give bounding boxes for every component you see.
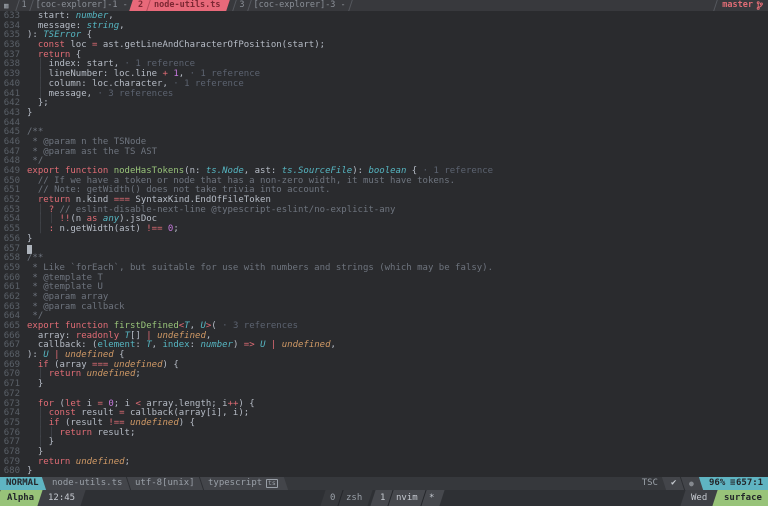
vim-tabline: ▦ 1 [coc-explorer]-1 - 2 node-utils.ts 3 [coc… [0, 0, 768, 11]
cursor-position: 657:1 [735, 478, 763, 488]
code-text: }; [27, 98, 49, 109]
code-line[interactable]: 643} [0, 107, 768, 119]
code-text: } [27, 233, 33, 244]
tabline-spacer [355, 0, 712, 11]
tab-label: node-utils.ts [153, 0, 221, 10]
code-line[interactable]: 655 │ : n.getWidth(ast) !== 0; [0, 224, 768, 235]
code-line[interactable]: 676 │ │ return result; [0, 428, 768, 439]
git-branch: master [720, 0, 768, 11]
typescript-icon: ts [265, 479, 278, 488]
separator [680, 477, 686, 490]
tmux-spacer [444, 490, 591, 506]
code-line[interactable]: 671 } [0, 379, 768, 390]
separator [420, 490, 428, 506]
separator [14, 0, 20, 11]
statusline-file-group: node-utils.ts utf-8[unix] typescript ts [41, 477, 288, 490]
code-line[interactable]: 644 [0, 118, 768, 129]
code-text: return undefined; [37, 456, 130, 467]
dot-icon: ● [689, 479, 695, 488]
check-icon: ✔ [670, 478, 677, 488]
terminal-window: ▦ 1 [coc-explorer]-1 - 2 node-utils.ts 3 [coc… [0, 0, 768, 506]
separator [337, 490, 344, 506]
editor[interactable]: 633 start: number, 634 message: string, 63… [0, 11, 768, 477]
filetype: typescript [207, 478, 262, 488]
clock: 12:45 [37, 490, 86, 506]
window-grid-icon: ▦ [4, 1, 9, 10]
tmux-window[interactable]: 0 zsh [320, 490, 372, 506]
separator [198, 477, 204, 490]
tmux-window[interactable]: 1 nvim * [370, 490, 445, 506]
tmux-spacer [174, 490, 321, 506]
separator [146, 0, 151, 11]
tabline-tab[interactable]: 1 [coc-explorer]-1 - [22, 0, 128, 11]
tabline-tab[interactable]: 3 [coc-explorer]-3 - [239, 0, 346, 11]
git-branch-name: master [722, 0, 753, 10]
window-list: 0 zsh 1 nvim * [320, 490, 445, 506]
tmux-statusbar: Alpha 12:45 M: 54% ↑ 459 B/s 0zsh1nvim* … [0, 490, 768, 506]
separator [388, 490, 395, 506]
system-stats: M: 54% ↑ 459 B/s [83, 490, 173, 506]
tab-number: 3 [239, 0, 245, 10]
separator [28, 0, 34, 11]
scroll-percent: 96% [709, 478, 726, 488]
code-line[interactable]: 656} [0, 233, 768, 245]
statusline-status-group: ✔ ● [661, 477, 704, 490]
code-text: } [27, 466, 33, 477]
separator [246, 0, 252, 11]
separator [232, 0, 238, 11]
vim-statusline: NORMAL node-utils.ts utf-8[unix] typescr… [0, 477, 768, 490]
code-line[interactable]: 663 * @param callback [0, 302, 768, 313]
separator [347, 0, 353, 11]
line-number: 680 [3, 466, 20, 477]
code-line[interactable]: 659 * Like `forEach`, but suitable for u… [0, 263, 768, 274]
tab-number: 1 [21, 0, 27, 10]
window-name: nvim [396, 493, 419, 503]
network-stats: 540 B/s ↓ C: 10.3% [591, 490, 683, 506]
tab-list: 1 [coc-explorer]-1 - 2 node-utils.ts 3 [coc-e… [13, 0, 355, 11]
window-number: 1 [380, 493, 386, 503]
statusline-spacer [286, 477, 642, 490]
tab-label: [coc-explorer]-3 - [253, 0, 346, 10]
code-line[interactable]: 636 const loc = ast.getLineAndCharacterO… [0, 40, 768, 51]
encoding: utf-8[unix] [134, 478, 195, 488]
code-line[interactable]: 660 * @template T [0, 273, 768, 284]
code-line[interactable]: 634 message: string, [0, 21, 768, 32]
code-line[interactable]: 680} [0, 466, 768, 477]
tab-number: 2 [137, 0, 143, 10]
code-text: } [27, 107, 33, 118]
code-line[interactable]: 679 return undefined; [0, 456, 768, 468]
code-line[interactable]: 647 * @param ast the TS AST [0, 147, 768, 158]
code-text: } [27, 379, 44, 390]
code-line[interactable]: 641 │ message, · 3 references [0, 89, 768, 100]
filename: node-utils.ts [51, 478, 122, 488]
hostname: surface [712, 490, 768, 506]
cursor-position-segment: 96% ≡ 657:1 [699, 477, 768, 490]
current-flag: * [429, 493, 435, 503]
separator [713, 0, 719, 11]
tab-label: [coc-explorer]-1 - [35, 0, 128, 10]
tabline-tab[interactable]: 2 node-utils.ts [128, 0, 230, 11]
code-line[interactable]: 670 │ return undefined; [0, 370, 768, 380]
git-branch-icon [756, 1, 763, 10]
separator [125, 477, 132, 490]
code-line[interactable]: 642 }; [0, 98, 768, 109]
code-line[interactable]: 677 │ } [0, 437, 768, 448]
window-number: 0 [329, 493, 336, 503]
window-name: zsh [346, 493, 363, 503]
code-text: │ : n.getWidth(ast) !== 0; [37, 224, 179, 235]
code-line[interactable]: 657 [0, 244, 768, 255]
tsc-label: TSC [641, 478, 658, 488]
mode-indicator: NORMAL [0, 477, 49, 490]
code-line[interactable]: 661 * @template U [0, 282, 768, 293]
